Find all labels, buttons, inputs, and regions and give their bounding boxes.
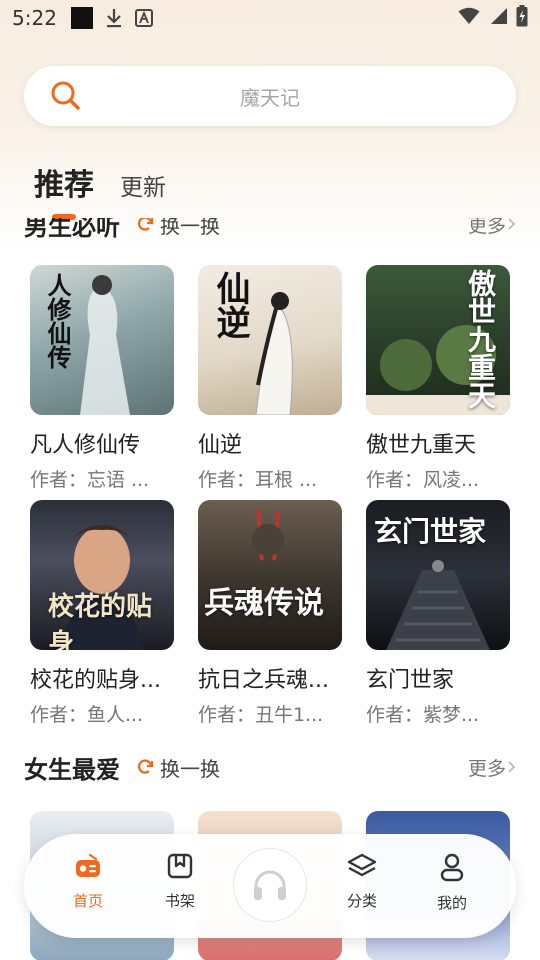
bottom-navigation: 首页 书架 分类 我的 — [24, 834, 516, 938]
more-button[interactable]: 更多 — [468, 754, 516, 781]
book-cover: 校花的贴身 — [30, 500, 174, 650]
book-author: 作者：紫梦... — [366, 704, 480, 726]
refresh-button[interactable]: 换一换 — [136, 218, 220, 239]
bookmark-icon — [167, 853, 193, 879]
book-card[interactable]: 人修仙传 凡人修仙传 作者：忘语 ... — [30, 265, 176, 492]
book-cover: 傲世九重天 — [366, 265, 510, 415]
section-title: 女生最爱 — [24, 755, 120, 784]
status-bar: 5:22 — [0, 0, 540, 36]
nav-bookshelf-label: 书架 — [164, 892, 195, 910]
search-placeholder: 魔天记 — [240, 85, 300, 110]
wifi-icon — [458, 6, 480, 30]
book-card[interactable]: 兵魂传说 抗日之兵魂... 作者：丑牛1... — [198, 500, 344, 727]
radio-icon — [76, 853, 100, 877]
book-card[interactable]: 仙逆 仙逆 作者：耳根 ... — [198, 265, 344, 492]
cover-title: 校花的贴身 — [48, 592, 153, 650]
nav-mine-label: 我的 — [436, 894, 467, 912]
book-title: 傲世九重天 — [366, 433, 477, 458]
nav-bookshelf[interactable]: 书架 — [150, 852, 210, 911]
book-author: 作者：忘语 ... — [30, 469, 150, 491]
chevron-right-icon — [508, 761, 516, 773]
more-label: 更多 — [467, 218, 506, 237]
book-title: 仙逆 — [198, 433, 243, 458]
book-title: 抗日之兵魂... — [198, 668, 329, 693]
signal-icon — [488, 6, 508, 30]
book-author: 作者：耳根 ... — [198, 469, 318, 491]
cover-title: 兵魂传说 — [204, 586, 324, 621]
section-header-male: 男生必听 换一换 更多 — [24, 218, 516, 244]
refresh-label: 换一换 — [160, 218, 220, 238]
chevron-right-icon — [508, 218, 516, 230]
book-cover: 玄门世家 — [366, 500, 510, 650]
cover-title: 傲世九重天 — [464, 269, 497, 409]
nav-mine[interactable]: 我的 — [422, 852, 482, 913]
book-title: 校花的贴身... — [30, 668, 161, 693]
book-cover: 人修仙传 — [30, 265, 174, 415]
tab-recommend[interactable]: 推荐 — [34, 160, 94, 220]
status-time: 5:22 — [12, 6, 57, 30]
player-button[interactable] — [233, 848, 307, 922]
user-icon — [440, 853, 464, 882]
book-author: 作者：风凌... — [366, 469, 480, 491]
book-title: 玄门世家 — [366, 668, 455, 693]
book-title: 凡人修仙传 — [30, 433, 141, 458]
layers-icon — [347, 853, 377, 877]
section-title: 男生必听 — [24, 218, 120, 241]
cover-title: 人修仙传 — [43, 273, 71, 369]
refresh-label: 换一换 — [160, 756, 220, 781]
more-button[interactable]: 更多 — [468, 218, 516, 238]
refresh-icon — [137, 218, 154, 231]
book-card[interactable]: 校花的贴身 校花的贴身... 作者：鱼人... — [30, 500, 176, 727]
book-author: 作者：鱼人... — [30, 704, 144, 726]
refresh-icon — [137, 759, 154, 774]
cover-title: 玄门世家 — [374, 515, 487, 548]
refresh-button[interactable]: 换一换 — [136, 753, 220, 782]
book-card[interactable]: 玄门世家 玄门世家 作者：紫梦... — [366, 500, 512, 727]
nav-category[interactable]: 分类 — [332, 852, 392, 911]
battery-icon — [516, 4, 528, 32]
search-bar[interactable]: 魔天记 — [24, 66, 516, 126]
book-card[interactable]: 傲世九重天 傲世九重天 作者：风凌... — [366, 265, 512, 492]
book-author: 作者：丑牛1... — [198, 704, 324, 726]
category-tabs: 推荐 更新 — [34, 160, 166, 220]
download-icon — [105, 8, 123, 28]
cover-title: 仙逆 — [210, 271, 250, 339]
book-cover: 仙逆 — [198, 265, 342, 415]
book-cover: 兵魂传说 — [198, 500, 342, 650]
nav-home-label: 首页 — [72, 892, 103, 910]
tab-recommend-label: 推荐 — [34, 168, 94, 203]
headphones-icon — [254, 870, 286, 900]
nav-category-label: 分类 — [346, 892, 377, 910]
more-label: 更多 — [467, 757, 506, 780]
notification-icon — [70, 7, 93, 29]
nav-home[interactable]: 首页 — [58, 852, 118, 911]
section-header-female: 女生最爱 换一换 更多 — [24, 747, 516, 787]
tab-update[interactable]: 更新 — [120, 168, 166, 204]
search-icon — [50, 80, 82, 116]
a-box-icon — [134, 9, 153, 27]
